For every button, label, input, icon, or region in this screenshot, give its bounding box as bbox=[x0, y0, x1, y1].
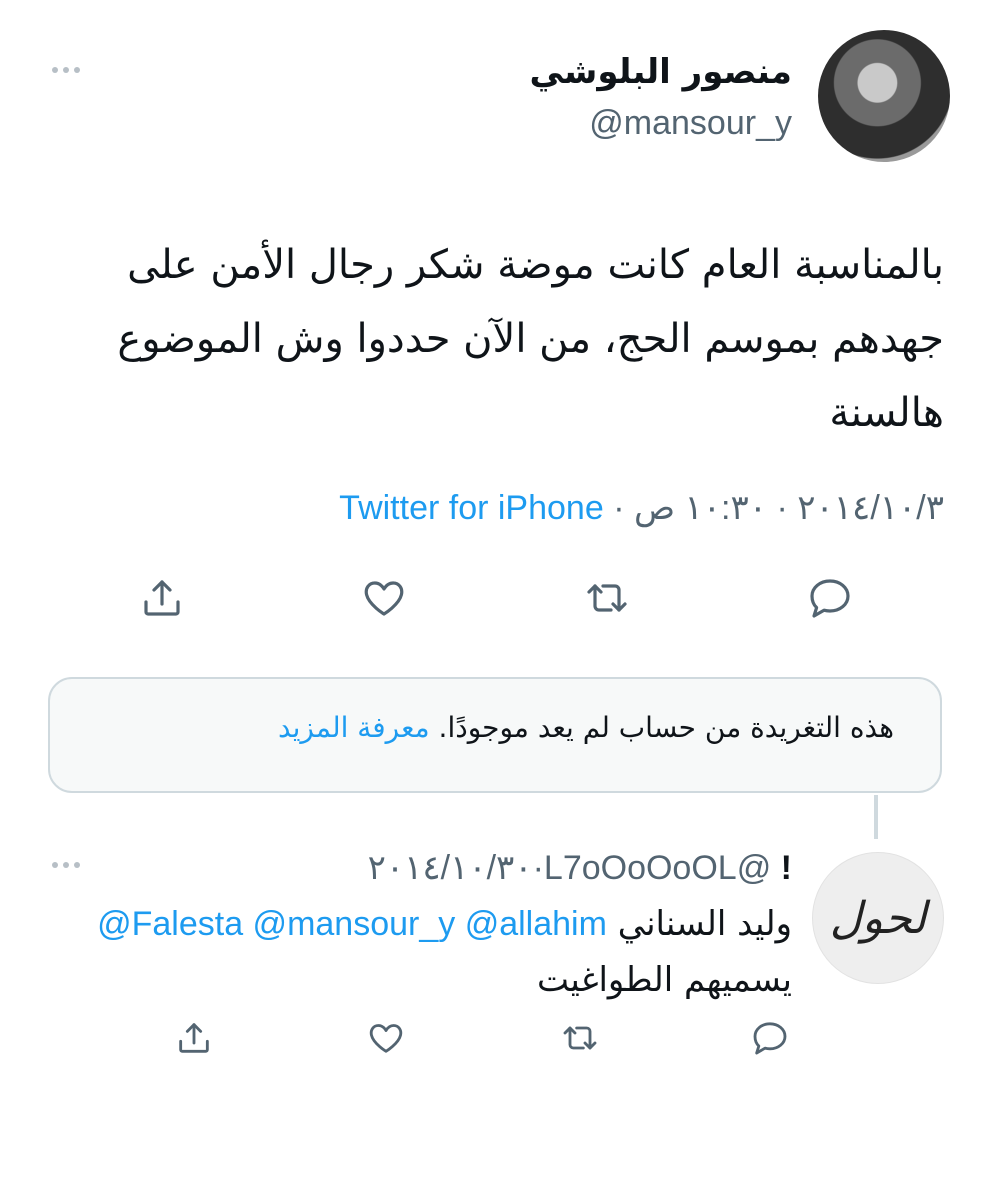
retweet-icon bbox=[587, 584, 627, 612]
reply-mentions[interactable]: @Falesta @mansour_y @allahim bbox=[97, 905, 607, 943]
author-display-name[interactable]: منصور البلوشي bbox=[530, 52, 793, 92]
reply-retweet-button[interactable] bbox=[560, 1018, 600, 1058]
reply-text: وليد السناني @Falesta @mansour_y @allahi… bbox=[52, 896, 792, 1008]
notice-text-row: هذه التغريدة من حساب لم يعد موجودًا. معر… bbox=[278, 711, 894, 744]
learn-more-link[interactable]: معرفة المزيد bbox=[278, 711, 430, 744]
reply-more-options-icon[interactable] bbox=[52, 862, 80, 868]
reply-handle[interactable]: @L7oOoOoOL bbox=[544, 849, 771, 887]
meta-separator: · bbox=[613, 489, 625, 527]
reply-text-line: وليد السناني @Falesta @mansour_y @allahi… bbox=[52, 896, 792, 952]
reply-date[interactable]: ٢٠١٤/١٠/٣٠ bbox=[368, 849, 533, 887]
avatar-calligraphy: لحول bbox=[829, 892, 927, 944]
reply-like-button[interactable] bbox=[366, 1018, 406, 1058]
thread-connector-line bbox=[874, 795, 878, 839]
reply-header: ! @L7oOoOoOL·٢٠١٤/١٠/٣٠ bbox=[368, 848, 792, 888]
share-icon bbox=[144, 580, 180, 616]
tweet-text: بالمناسبة العام كانت موضة شكر رجال الأمن… bbox=[54, 228, 944, 450]
tweet-source-link[interactable]: Twitter for iPhone bbox=[339, 489, 604, 527]
retweet-button[interactable] bbox=[583, 574, 631, 622]
share-icon bbox=[179, 1023, 209, 1053]
tweet-date: ٢٠١٤/١٠/٣ bbox=[797, 489, 944, 527]
tweet-text-line: بالمناسبة العام كانت موضة شكر رجال الأمن… bbox=[127, 242, 944, 288]
reply-icon bbox=[753, 1022, 787, 1055]
unavailable-tweet-notice: هذه التغريدة من حساب لم يعد موجودًا. معر… bbox=[48, 677, 942, 793]
like-icon bbox=[364, 581, 404, 616]
reply-share-button[interactable] bbox=[174, 1018, 214, 1058]
author-avatar[interactable] bbox=[818, 30, 950, 162]
reply-text-line: يسميهم الطواغيت bbox=[537, 960, 792, 1000]
tweet-meta: ٢٠١٤/١٠/٣ · ١٠:٣٠ ص · Twitter for iPhone bbox=[339, 488, 944, 528]
more-options-icon[interactable] bbox=[52, 67, 80, 73]
reply-author-avatar[interactable]: لحول bbox=[812, 852, 944, 984]
reply-reply-button[interactable] bbox=[750, 1018, 790, 1058]
notice-message: هذه التغريدة من حساب لم يعد موجودًا. bbox=[438, 711, 894, 744]
reply-text-body: وليد السناني bbox=[617, 904, 792, 944]
tweet-time: ١٠:٣٠ ص bbox=[633, 489, 768, 527]
share-button[interactable] bbox=[138, 574, 186, 622]
reply-icon bbox=[810, 579, 850, 618]
author-handle[interactable]: @mansour_y bbox=[589, 104, 792, 143]
retweet-icon bbox=[563, 1026, 597, 1050]
reply-button[interactable] bbox=[806, 574, 854, 622]
tweet-text-line: هالسنة bbox=[829, 390, 944, 436]
meta-separator: · bbox=[776, 489, 788, 527]
reply-author-name[interactable]: ! bbox=[781, 849, 792, 887]
meta-separator: · bbox=[532, 849, 544, 887]
like-button[interactable] bbox=[360, 574, 408, 622]
like-icon bbox=[369, 1024, 403, 1053]
tweet-text-line: جهدهم بموسم الحج، من الآن حددوا وش الموض… bbox=[117, 316, 944, 362]
